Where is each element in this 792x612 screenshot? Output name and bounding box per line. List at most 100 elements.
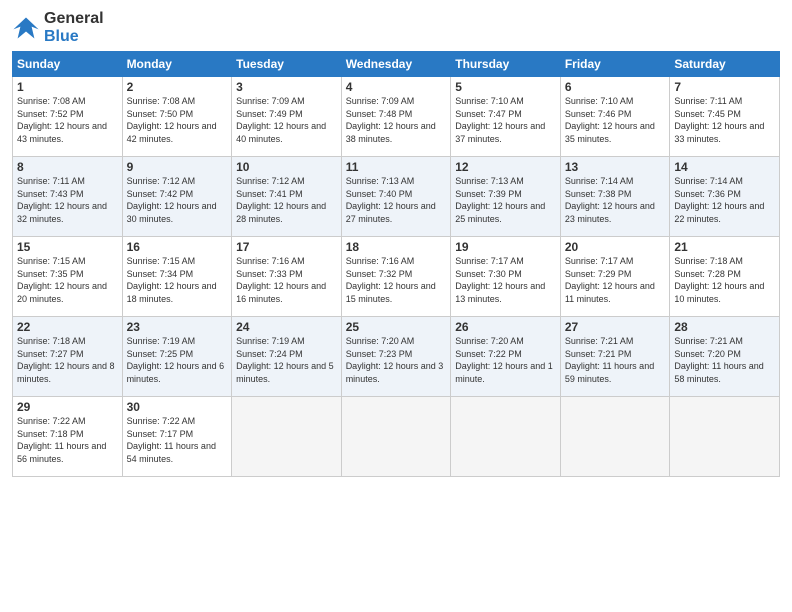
day-number: 5 <box>455 80 556 94</box>
day-info: Sunrise: 7:17 AMSunset: 7:30 PMDaylight:… <box>455 255 556 305</box>
day-number: 8 <box>17 160 118 174</box>
day-info: Sunrise: 7:09 AMSunset: 7:49 PMDaylight:… <box>236 95 337 145</box>
calendar-cell: 13Sunrise: 7:14 AMSunset: 7:38 PMDayligh… <box>560 157 670 237</box>
day-info: Sunrise: 7:22 AMSunset: 7:18 PMDaylight:… <box>17 415 118 465</box>
weekday-header-row: SundayMondayTuesdayWednesdayThursdayFrid… <box>13 52 780 77</box>
day-number: 10 <box>236 160 337 174</box>
day-info: Sunrise: 7:18 AMSunset: 7:28 PMDaylight:… <box>674 255 775 305</box>
day-info: Sunrise: 7:21 AMSunset: 7:20 PMDaylight:… <box>674 335 775 385</box>
day-number: 15 <box>17 240 118 254</box>
calendar-cell: 6Sunrise: 7:10 AMSunset: 7:46 PMDaylight… <box>560 77 670 157</box>
calendar-cell: 27Sunrise: 7:21 AMSunset: 7:21 PMDayligh… <box>560 317 670 397</box>
calendar-cell: 7Sunrise: 7:11 AMSunset: 7:45 PMDaylight… <box>670 77 780 157</box>
day-info: Sunrise: 7:12 AMSunset: 7:41 PMDaylight:… <box>236 175 337 225</box>
day-info: Sunrise: 7:16 AMSunset: 7:33 PMDaylight:… <box>236 255 337 305</box>
calendar-week-row: 29Sunrise: 7:22 AMSunset: 7:18 PMDayligh… <box>13 397 780 477</box>
day-number: 14 <box>674 160 775 174</box>
day-info: Sunrise: 7:13 AMSunset: 7:40 PMDaylight:… <box>346 175 447 225</box>
day-info: Sunrise: 7:14 AMSunset: 7:36 PMDaylight:… <box>674 175 775 225</box>
calendar-cell: 20Sunrise: 7:17 AMSunset: 7:29 PMDayligh… <box>560 237 670 317</box>
calendar-cell: 4Sunrise: 7:09 AMSunset: 7:48 PMDaylight… <box>341 77 451 157</box>
calendar-cell: 1Sunrise: 7:08 AMSunset: 7:52 PMDaylight… <box>13 77 123 157</box>
calendar-cell: 14Sunrise: 7:14 AMSunset: 7:36 PMDayligh… <box>670 157 780 237</box>
day-number: 28 <box>674 320 775 334</box>
calendar-cell: 3Sunrise: 7:09 AMSunset: 7:49 PMDaylight… <box>232 77 342 157</box>
day-info: Sunrise: 7:08 AMSunset: 7:52 PMDaylight:… <box>17 95 118 145</box>
calendar-cell <box>670 397 780 477</box>
calendar-cell: 10Sunrise: 7:12 AMSunset: 7:41 PMDayligh… <box>232 157 342 237</box>
calendar-cell: 18Sunrise: 7:16 AMSunset: 7:32 PMDayligh… <box>341 237 451 317</box>
calendar-cell: 26Sunrise: 7:20 AMSunset: 7:22 PMDayligh… <box>451 317 561 397</box>
day-number: 18 <box>346 240 447 254</box>
calendar-cell: 17Sunrise: 7:16 AMSunset: 7:33 PMDayligh… <box>232 237 342 317</box>
day-number: 17 <box>236 240 337 254</box>
day-number: 25 <box>346 320 447 334</box>
day-info: Sunrise: 7:13 AMSunset: 7:39 PMDaylight:… <box>455 175 556 225</box>
day-info: Sunrise: 7:16 AMSunset: 7:32 PMDaylight:… <box>346 255 447 305</box>
day-number: 30 <box>127 400 228 414</box>
day-info: Sunrise: 7:19 AMSunset: 7:24 PMDaylight:… <box>236 335 337 385</box>
calendar-cell <box>451 397 561 477</box>
calendar-week-row: 1Sunrise: 7:08 AMSunset: 7:52 PMDaylight… <box>13 77 780 157</box>
day-number: 1 <box>17 80 118 94</box>
logo-text: General Blue <box>44 10 104 45</box>
day-number: 13 <box>565 160 666 174</box>
day-info: Sunrise: 7:20 AMSunset: 7:23 PMDaylight:… <box>346 335 447 385</box>
day-number: 22 <box>17 320 118 334</box>
calendar-cell: 15Sunrise: 7:15 AMSunset: 7:35 PMDayligh… <box>13 237 123 317</box>
calendar-cell: 2Sunrise: 7:08 AMSunset: 7:50 PMDaylight… <box>122 77 232 157</box>
logo-icon <box>12 14 40 42</box>
calendar-cell: 11Sunrise: 7:13 AMSunset: 7:40 PMDayligh… <box>341 157 451 237</box>
day-number: 16 <box>127 240 228 254</box>
day-number: 23 <box>127 320 228 334</box>
calendar-cell: 16Sunrise: 7:15 AMSunset: 7:34 PMDayligh… <box>122 237 232 317</box>
weekday-header-sunday: Sunday <box>13 52 123 77</box>
weekday-header-monday: Monday <box>122 52 232 77</box>
day-number: 21 <box>674 240 775 254</box>
day-number: 27 <box>565 320 666 334</box>
day-info: Sunrise: 7:14 AMSunset: 7:38 PMDaylight:… <box>565 175 666 225</box>
calendar-cell: 9Sunrise: 7:12 AMSunset: 7:42 PMDaylight… <box>122 157 232 237</box>
day-number: 3 <box>236 80 337 94</box>
day-info: Sunrise: 7:10 AMSunset: 7:46 PMDaylight:… <box>565 95 666 145</box>
day-info: Sunrise: 7:08 AMSunset: 7:50 PMDaylight:… <box>127 95 228 145</box>
day-number: 20 <box>565 240 666 254</box>
calendar-cell: 8Sunrise: 7:11 AMSunset: 7:43 PMDaylight… <box>13 157 123 237</box>
calendar-week-row: 22Sunrise: 7:18 AMSunset: 7:27 PMDayligh… <box>13 317 780 397</box>
calendar-cell: 23Sunrise: 7:19 AMSunset: 7:25 PMDayligh… <box>122 317 232 397</box>
day-info: Sunrise: 7:09 AMSunset: 7:48 PMDaylight:… <box>346 95 447 145</box>
day-number: 6 <box>565 80 666 94</box>
calendar-cell: 21Sunrise: 7:18 AMSunset: 7:28 PMDayligh… <box>670 237 780 317</box>
day-info: Sunrise: 7:20 AMSunset: 7:22 PMDaylight:… <box>455 335 556 385</box>
calendar-cell <box>560 397 670 477</box>
day-number: 29 <box>17 400 118 414</box>
calendar-cell: 30Sunrise: 7:22 AMSunset: 7:17 PMDayligh… <box>122 397 232 477</box>
calendar-cell: 28Sunrise: 7:21 AMSunset: 7:20 PMDayligh… <box>670 317 780 397</box>
calendar-cell <box>341 397 451 477</box>
day-number: 11 <box>346 160 447 174</box>
calendar-cell: 25Sunrise: 7:20 AMSunset: 7:23 PMDayligh… <box>341 317 451 397</box>
calendar-cell <box>232 397 342 477</box>
calendar-cell: 5Sunrise: 7:10 AMSunset: 7:47 PMDaylight… <box>451 77 561 157</box>
calendar-cell: 29Sunrise: 7:22 AMSunset: 7:18 PMDayligh… <box>13 397 123 477</box>
weekday-header-thursday: Thursday <box>451 52 561 77</box>
day-info: Sunrise: 7:12 AMSunset: 7:42 PMDaylight:… <box>127 175 228 225</box>
calendar-table: SundayMondayTuesdayWednesdayThursdayFrid… <box>12 51 780 477</box>
page-container: General Blue SundayMondayTuesdayWednesda… <box>0 0 792 487</box>
day-number: 26 <box>455 320 556 334</box>
calendar-week-row: 8Sunrise: 7:11 AMSunset: 7:43 PMDaylight… <box>13 157 780 237</box>
calendar-week-row: 15Sunrise: 7:15 AMSunset: 7:35 PMDayligh… <box>13 237 780 317</box>
weekday-header-tuesday: Tuesday <box>232 52 342 77</box>
day-number: 7 <box>674 80 775 94</box>
day-info: Sunrise: 7:11 AMSunset: 7:43 PMDaylight:… <box>17 175 118 225</box>
weekday-header-saturday: Saturday <box>670 52 780 77</box>
calendar-cell: 24Sunrise: 7:19 AMSunset: 7:24 PMDayligh… <box>232 317 342 397</box>
day-number: 12 <box>455 160 556 174</box>
day-info: Sunrise: 7:15 AMSunset: 7:35 PMDaylight:… <box>17 255 118 305</box>
day-info: Sunrise: 7:10 AMSunset: 7:47 PMDaylight:… <box>455 95 556 145</box>
day-number: 19 <box>455 240 556 254</box>
header: General Blue <box>12 10 780 45</box>
calendar-cell: 22Sunrise: 7:18 AMSunset: 7:27 PMDayligh… <box>13 317 123 397</box>
day-info: Sunrise: 7:18 AMSunset: 7:27 PMDaylight:… <box>17 335 118 385</box>
day-number: 9 <box>127 160 228 174</box>
